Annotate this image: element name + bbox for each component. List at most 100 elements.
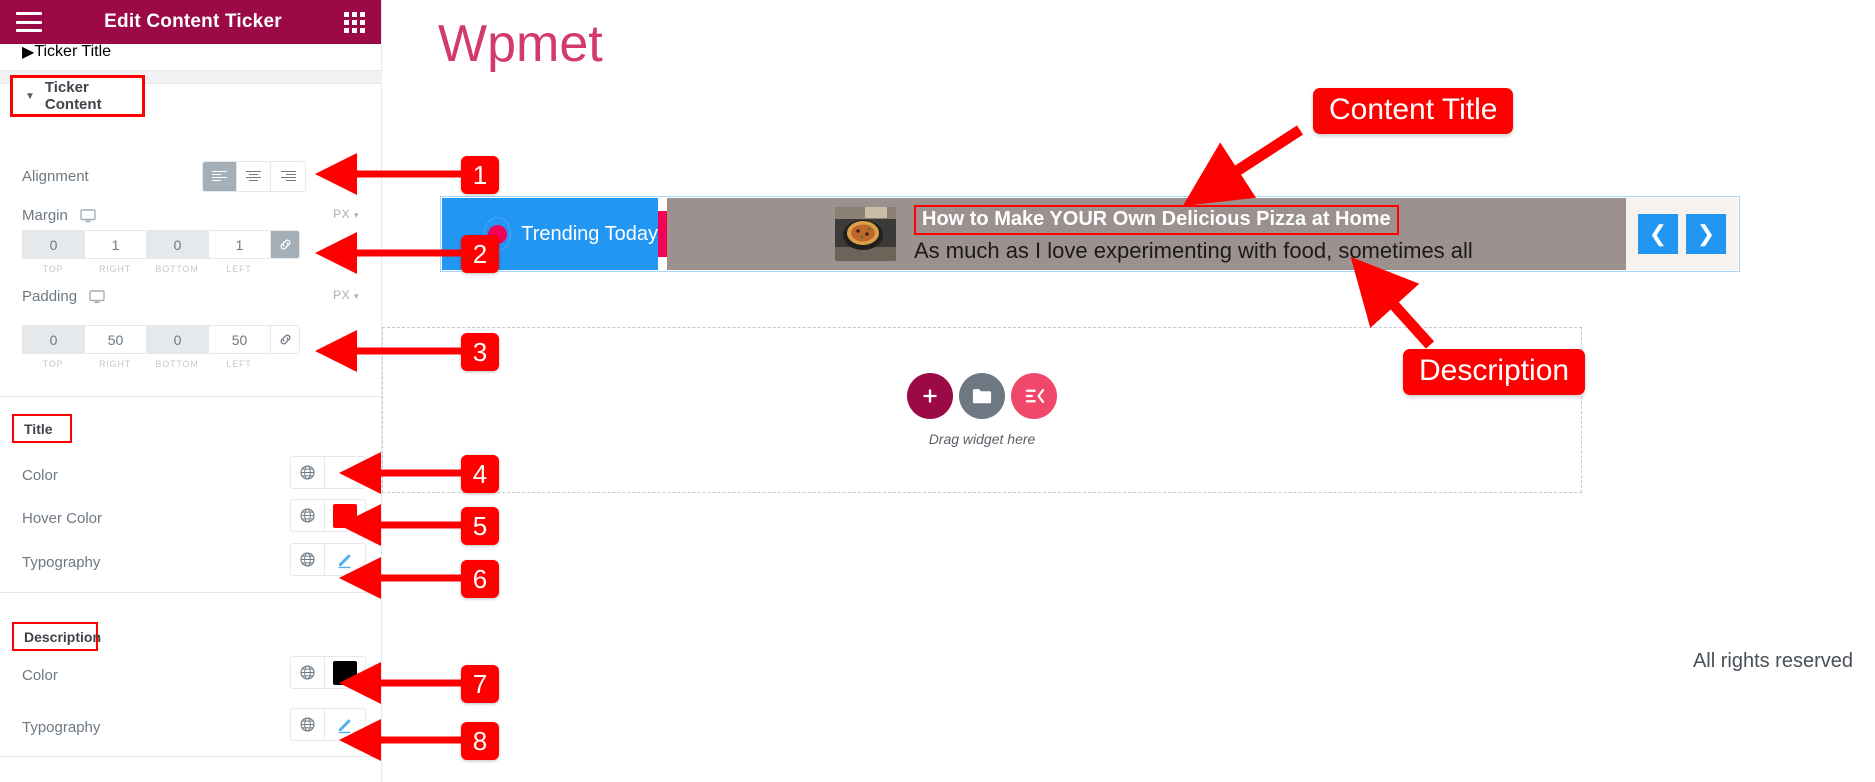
ticker-label-text: Trending Today: [521, 222, 658, 245]
title-group-heading-label: Title: [24, 420, 53, 437]
padding-left-input[interactable]: [208, 325, 270, 354]
element-kit-icon: [1025, 389, 1045, 403]
screen-root: Edit Content Ticker ▶ Ticker Title ▼ Tic…: [0, 0, 1875, 782]
dropzone-inner: Drag widget here: [383, 373, 1581, 447]
ticker-content-title[interactable]: How to Make YOUR Own Delicious Pizza at …: [914, 204, 1399, 235]
margin-bottom-cell: BOTTOM: [146, 230, 208, 274]
callout-description: Description: [1403, 349, 1586, 395]
folder-icon: [972, 389, 992, 404]
margin-right-input[interactable]: [84, 230, 146, 259]
section-ticker-title[interactable]: ▶ Ticker Title: [0, 44, 382, 70]
margin-inputs: TOP RIGHT BOTTOM LEFT: [22, 230, 300, 274]
description-color-control[interactable]: [290, 656, 366, 689]
padding-link-values-button[interactable]: [270, 325, 300, 354]
dropzone-label: Drag widget here: [928, 431, 1036, 447]
plus-icon: [923, 389, 937, 403]
title-typography-edit-button[interactable]: [325, 544, 365, 575]
title-color-swatch: [333, 460, 357, 485]
title-typography-control[interactable]: [290, 543, 366, 576]
add-widget-button[interactable]: [907, 373, 953, 419]
padding-label: Padding: [22, 288, 78, 305]
align-center-icon: [246, 170, 261, 182]
margin-bottom-caption: BOTTOM: [155, 264, 199, 274]
margin-left-input[interactable]: [208, 230, 270, 259]
editor-panel: Edit Content Ticker ▶ Ticker Title ▼ Tic…: [0, 0, 382, 782]
desktop-icon[interactable]: [80, 208, 96, 223]
align-right-icon: [280, 170, 296, 182]
align-left-button[interactable]: [203, 161, 237, 191]
globe-icon[interactable]: [291, 457, 325, 488]
title-hover-color-control[interactable]: [290, 499, 366, 532]
globe-icon[interactable]: [291, 709, 325, 740]
title-color-swatch-button[interactable]: [325, 457, 365, 488]
section-ticker-content-label: Ticker Content: [44, 79, 102, 113]
align-left-icon: [212, 170, 227, 182]
padding-right-cell: RIGHT: [84, 325, 146, 369]
margin-top-input[interactable]: [22, 230, 84, 259]
globe-icon[interactable]: [291, 544, 325, 575]
description-color-swatch-button[interactable]: [325, 657, 365, 688]
widget-dropzone[interactable]: Drag widget here: [382, 327, 1582, 493]
chevron-down-icon: ▼: [25, 90, 35, 102]
alignment-button-group[interactable]: [202, 160, 306, 192]
link-icon: [280, 334, 290, 345]
ticker-separator: [658, 211, 667, 257]
globe-glyph: [300, 552, 315, 567]
title-hover-color-label: Hover Color: [22, 509, 103, 527]
padding-right-caption: RIGHT: [99, 359, 131, 369]
description-typography-edit-button[interactable]: [325, 709, 365, 740]
divider: [0, 756, 382, 757]
pizza-thumbnail: [835, 207, 896, 261]
title-color-control[interactable]: [290, 456, 366, 489]
globe-glyph: [300, 665, 315, 680]
ticker-nav: ❮ ❯: [1626, 198, 1738, 270]
padding-left-caption: LEFT: [226, 359, 252, 369]
title-hover-color-swatch-button[interactable]: [325, 500, 365, 531]
margin-unit-selector[interactable]: PX ▾: [333, 207, 359, 221]
content-ticker-widget[interactable]: Trending Today How to Make YOUR Own Deli…: [440, 196, 1740, 272]
padding-bottom-caption: BOTTOM: [155, 359, 199, 369]
align-center-button[interactable]: [237, 161, 271, 191]
padding-right-input[interactable]: [84, 325, 146, 354]
chevron-left-icon: ❮: [1648, 221, 1668, 246]
title-hover-color-swatch: [333, 503, 357, 528]
section-ticker-content[interactable]: ▼ Ticker Content: [10, 75, 145, 117]
margin-top-caption: TOP: [42, 264, 64, 274]
globe-icon[interactable]: [291, 657, 325, 688]
description-typography-control[interactable]: [290, 708, 366, 741]
annotation-badge-4: 4: [461, 455, 499, 493]
ticker-text-block: How to Make YOUR Own Delicious Pizza at …: [914, 204, 1473, 264]
ticker-inner: Trending Today How to Make YOUR Own Deli…: [442, 198, 1738, 270]
description-color-label: Color: [22, 666, 58, 684]
annotation-badge-7: 7: [461, 665, 499, 703]
margin-link-values-button[interactable]: [270, 230, 300, 259]
section-ticker-title-label: Ticker Title: [34, 44, 112, 60]
padding-bottom-input[interactable]: [146, 325, 208, 354]
add-section-button[interactable]: [1011, 373, 1057, 419]
padding-top-caption: TOP: [42, 359, 64, 369]
desktop-icon[interactable]: [89, 289, 105, 304]
margin-label: Margin: [22, 207, 68, 224]
annotation-badge-6: 6: [461, 560, 499, 598]
hamburger-icon[interactable]: [16, 12, 42, 32]
grid-icon[interactable]: [344, 11, 365, 33]
padding-unit-selector[interactable]: PX ▾: [333, 288, 359, 302]
padding-left-cell: LEFT: [208, 325, 270, 369]
description-group-heading-label: Description: [24, 628, 102, 645]
ticker-prev-button[interactable]: ❮: [1638, 214, 1678, 254]
globe-icon[interactable]: [291, 500, 325, 531]
padding-top-input[interactable]: [22, 325, 84, 354]
pencil-icon: [338, 554, 351, 568]
alignment-label: Alignment: [22, 167, 89, 185]
alignment-row: Alignment: [0, 160, 382, 192]
panel-header: Edit Content Ticker: [0, 0, 381, 44]
link-icon: [280, 239, 290, 250]
annotation-badge-8: 8: [461, 722, 499, 760]
ticker-next-button[interactable]: ❯: [1686, 214, 1726, 254]
dropzone-buttons: [907, 373, 1057, 419]
margin-bottom-input[interactable]: [146, 230, 208, 259]
add-template-button[interactable]: [959, 373, 1005, 419]
padding-unit-value: PX: [333, 288, 351, 302]
align-right-button[interactable]: [271, 162, 305, 191]
margin-right-caption: RIGHT: [99, 264, 131, 274]
